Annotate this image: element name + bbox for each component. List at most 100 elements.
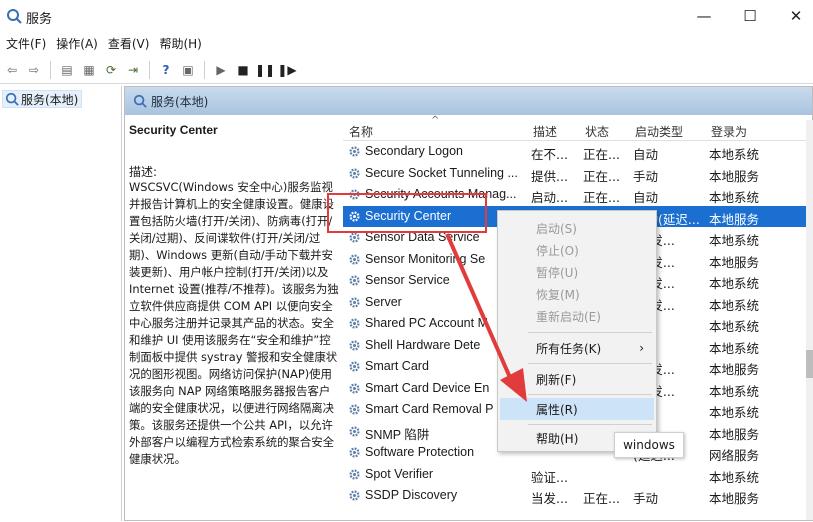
maximize-button[interactable]: ☐ bbox=[727, 0, 773, 32]
submenu-arrow-icon: › bbox=[639, 341, 644, 355]
cell-startup-type: 自动 bbox=[633, 147, 659, 162]
menu-item-stop[interactable]: 停止(O) bbox=[500, 239, 654, 261]
help-icon[interactable]: ? bbox=[156, 60, 176, 80]
menu-item-start[interactable]: 启动(S) bbox=[500, 217, 654, 239]
menu-separator bbox=[528, 363, 652, 364]
service-gear-icon bbox=[349, 382, 360, 394]
menu-separator bbox=[528, 332, 652, 333]
menu-separator bbox=[528, 424, 652, 425]
cell-description: 提供... bbox=[531, 168, 568, 184]
cell-logon-as: 本地系统 bbox=[709, 383, 760, 399]
column-header-logon-as[interactable]: 登录为 bbox=[711, 123, 747, 140]
service-gear-icon bbox=[349, 275, 360, 286]
table-header: 名称 ^ 描述 状态 启动类型 登录为 bbox=[343, 115, 813, 141]
menu-item-resume[interactable]: 恢复(M) bbox=[500, 283, 654, 305]
service-gear-icon bbox=[349, 146, 360, 157]
menu-help[interactable]: 帮助(H) bbox=[157, 35, 209, 52]
console-tree-icon[interactable]: ▤ bbox=[57, 60, 77, 80]
service-gear-icon bbox=[349, 253, 360, 265]
cell-status: 正在... bbox=[583, 491, 620, 506]
cell-logon-as: 本地系统 bbox=[709, 233, 760, 248]
service-gear-icon bbox=[349, 167, 360, 179]
forward-icon[interactable]: ⇨ bbox=[24, 60, 44, 80]
tooltip: windows bbox=[614, 432, 684, 458]
cell-logon-as: 本地服务 bbox=[709, 168, 760, 184]
menu-action[interactable]: 操作(A) bbox=[54, 35, 106, 52]
service-gear-icon bbox=[349, 361, 360, 372]
cell-logon-as: 本地服务 bbox=[709, 426, 760, 442]
list-view-icon[interactable]: ▦ bbox=[79, 60, 99, 80]
menu-item-restart[interactable]: 重新启动(E) bbox=[500, 305, 654, 327]
table-row[interactable]: SSDP Discovery 当发... 正在... 手动 本地服务 bbox=[343, 485, 813, 507]
start-service-icon[interactable]: ▶ bbox=[211, 60, 231, 80]
pane-header-title: 服务(本地) bbox=[151, 94, 209, 109]
description-panel: Security Center 描述: WSCSVC(Windows 安全中心)… bbox=[129, 121, 339, 521]
service-gear-icon bbox=[349, 490, 360, 501]
column-header-description[interactable]: 描述 bbox=[533, 123, 557, 140]
services-icon bbox=[133, 94, 147, 108]
menu-bar: 文件(F) 操作(A) 查看(V) 帮助(H) bbox=[0, 32, 813, 54]
export-list-icon[interactable]: ⇥ bbox=[123, 60, 143, 80]
description-label: 描述: bbox=[129, 165, 158, 179]
column-header-startup-type[interactable]: 启动类型 bbox=[635, 123, 683, 140]
console-tree: 服务(本地) bbox=[0, 86, 122, 521]
description-text: WSCSVC(Windows 安全中心)服务监视并报告计算机上的安全健康设置。健… bbox=[129, 180, 339, 466]
services-pane: 服务(本地) Security Center 描述: WSCSVC(Window… bbox=[124, 86, 813, 521]
cell-logon-as: 本地系统 bbox=[709, 147, 760, 162]
services-app-icon bbox=[7, 9, 22, 24]
menu-item-pause[interactable]: 暂停(U) bbox=[500, 261, 654, 283]
back-icon[interactable]: ⇦ bbox=[2, 60, 22, 80]
pause-service-icon[interactable]: ❚❚ bbox=[255, 60, 275, 80]
table-row[interactable]: Secondary Logon 在不... 正在... 自动 本地系统 bbox=[343, 141, 813, 163]
cell-name: Secondary Logon bbox=[365, 144, 463, 158]
cell-logon-as: 本地系统 bbox=[709, 405, 760, 420]
tree-item-services-local[interactable]: 服务(本地) bbox=[2, 90, 82, 108]
refresh-icon[interactable]: ⟳ bbox=[101, 60, 121, 80]
close-button[interactable]: ✕ bbox=[773, 0, 813, 32]
sort-ascending-icon: ^ bbox=[431, 115, 440, 126]
menu-item-properties[interactable]: 属性(R) bbox=[500, 398, 654, 420]
tree-item-label: 服务(本地) bbox=[21, 92, 79, 107]
service-gear-icon bbox=[349, 339, 360, 351]
window-title: 服务 bbox=[26, 12, 53, 27]
cell-logon-as: 本地服务 bbox=[709, 211, 760, 227]
scrollbar-thumb[interactable] bbox=[806, 350, 813, 378]
title-bar: 服务 — ☐ ✕ bbox=[0, 0, 813, 32]
menu-separator bbox=[528, 394, 652, 395]
table-row[interactable]: Secure Socket Tunneling ... 提供... 正在... 手动 本… bbox=[343, 163, 813, 185]
cell-logon-as: 本地服务 bbox=[709, 362, 760, 377]
cell-name: Spot Verifier bbox=[365, 466, 434, 481]
properties-icon[interactable]: ▣ bbox=[178, 60, 198, 80]
services-icon bbox=[5, 92, 19, 106]
cell-logon-as: 网络服务 bbox=[709, 448, 760, 463]
service-title: Security Center bbox=[129, 123, 218, 137]
cell-logon-as: 本地系统 bbox=[709, 297, 760, 313]
cell-description: 当发... bbox=[531, 491, 568, 506]
cell-name: Secure Socket Tunneling ... bbox=[365, 165, 518, 180]
cell-startup-type: 手动 bbox=[633, 168, 659, 184]
column-header-name[interactable]: 名称 bbox=[349, 123, 373, 140]
toolbar: ⇦ ⇨ ▤ ▦ ⟳ ⇥ ? ▣ ▶ ■ ❚❚ ❚▶ bbox=[0, 56, 813, 84]
cell-logon-as: 本地系统 bbox=[709, 340, 760, 356]
menu-file[interactable]: 文件(F) bbox=[4, 35, 54, 52]
toolbar-separator bbox=[204, 60, 205, 79]
cell-description: 在不... bbox=[531, 147, 568, 162]
menu-view[interactable]: 查看(V) bbox=[106, 35, 158, 52]
toolbar-separator bbox=[149, 60, 150, 79]
menu-item-refresh[interactable]: 刷新(F) bbox=[500, 368, 654, 390]
menu-item-all-tasks[interactable]: 所有任务(K) › bbox=[500, 337, 654, 359]
service-gear-icon bbox=[349, 468, 360, 480]
restart-service-icon[interactable]: ❚▶ bbox=[277, 60, 297, 80]
cell-status: 正在... bbox=[583, 147, 620, 162]
table-row[interactable]: Spot Verifier 验证... 本地系统 bbox=[343, 464, 813, 486]
column-header-status[interactable]: 状态 bbox=[585, 123, 609, 140]
cell-startup-type: 手动 bbox=[633, 491, 659, 506]
stop-service-icon[interactable]: ■ bbox=[233, 60, 253, 80]
cell-status: 正在... bbox=[583, 190, 620, 205]
minimize-button[interactable]: — bbox=[681, 0, 727, 32]
cell-startup-type: 自动 bbox=[633, 190, 659, 205]
service-gear-icon bbox=[349, 425, 360, 437]
service-gear-icon bbox=[349, 447, 360, 458]
toolbar-separator bbox=[50, 60, 51, 79]
vertical-scrollbar[interactable] bbox=[806, 120, 813, 520]
